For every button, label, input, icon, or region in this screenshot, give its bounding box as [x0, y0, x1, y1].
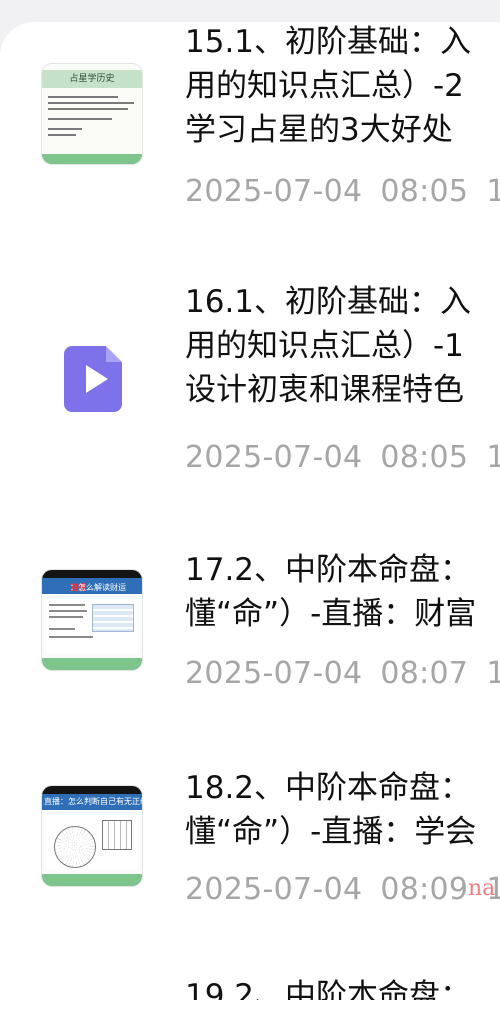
- file-title: 18.2、中阶本命盘： 懂“命”）-直播：学会: [185, 770, 477, 850]
- file-date: 2025-07-04: [185, 174, 363, 209]
- file-date: 2025-07-04: [185, 872, 363, 907]
- slide-thumbnail[interactable]: 直播：怎么判断自己有无正缘: [42, 786, 142, 886]
- list-item[interactable]: 19.2、中阶本命盘：: [0, 960, 500, 1000]
- file-meta: 2025-07-04 08:09 1: [185, 872, 500, 907]
- file-meta: 2025-07-04 08:05 1: [185, 440, 500, 475]
- list-item[interactable]: 16.1、初阶基础：入 用的知识点汇总）-1 设计初衷和课程特色 2025-07…: [0, 276, 500, 496]
- list-item[interactable]: 直播 ：怎么解读财运 17.2、中阶本命盘： 懂“命”）-直播：财富 2025-0…: [0, 540, 500, 760]
- file-date: 2025-07-04: [185, 656, 363, 691]
- play-icon: [86, 365, 108, 393]
- file-date: 2025-07-04: [185, 440, 363, 475]
- file-title: 16.1、初阶基础：入 用的知识点汇总）-1 设计初衷和课程特色: [185, 284, 472, 408]
- file-title: 15.1、初阶基础：入 用的知识点汇总）-2 学习占星的3大好处: [185, 24, 472, 148]
- slide-title-band: 直播：怎么判断自己有无正缘: [42, 794, 142, 810]
- file-meta: 2025-07-04 08:05 1: [185, 174, 500, 209]
- list-item[interactable]: 直播：怎么判断自己有无正缘 18.2、中阶本命盘： 懂“命”）-直播：学会 20…: [0, 760, 500, 980]
- chart-wheel-graphic: [54, 826, 96, 868]
- file-time: 08:05: [380, 440, 469, 475]
- watermark: na: [468, 876, 496, 901]
- file-title: 19.2、中阶本命盘：: [185, 978, 472, 1000]
- slide-thumbnail[interactable]: 占星学历史: [42, 64, 142, 164]
- slide-thumbnail[interactable]: 直播 ：怎么解读财运: [42, 570, 142, 670]
- slide-title-band: 直播 ：怎么解读财运: [42, 578, 142, 594]
- table-graphic: [92, 604, 134, 632]
- grid-graphic: [102, 820, 132, 850]
- file-time: 08:05: [380, 174, 469, 209]
- file-size: 1: [486, 656, 500, 691]
- file-time: 08:09: [380, 872, 469, 907]
- file-title: 17.2、中阶本命盘： 懂“命”）-直播：财富: [185, 552, 477, 632]
- file-time: 08:07: [380, 656, 469, 691]
- slide-header: 占星学历史: [42, 70, 142, 88]
- file-size: 1: [486, 440, 500, 475]
- file-size: 1: [486, 174, 500, 209]
- video-file-icon: [64, 346, 122, 412]
- list-item[interactable]: 占星学历史 15.1、初阶基础：入 用的知识点汇总）-2 学习占星的3大好处 2…: [0, 0, 500, 220]
- file-meta: 2025-07-04 08:07 1: [185, 656, 500, 691]
- video-thumbnail[interactable]: [42, 326, 142, 426]
